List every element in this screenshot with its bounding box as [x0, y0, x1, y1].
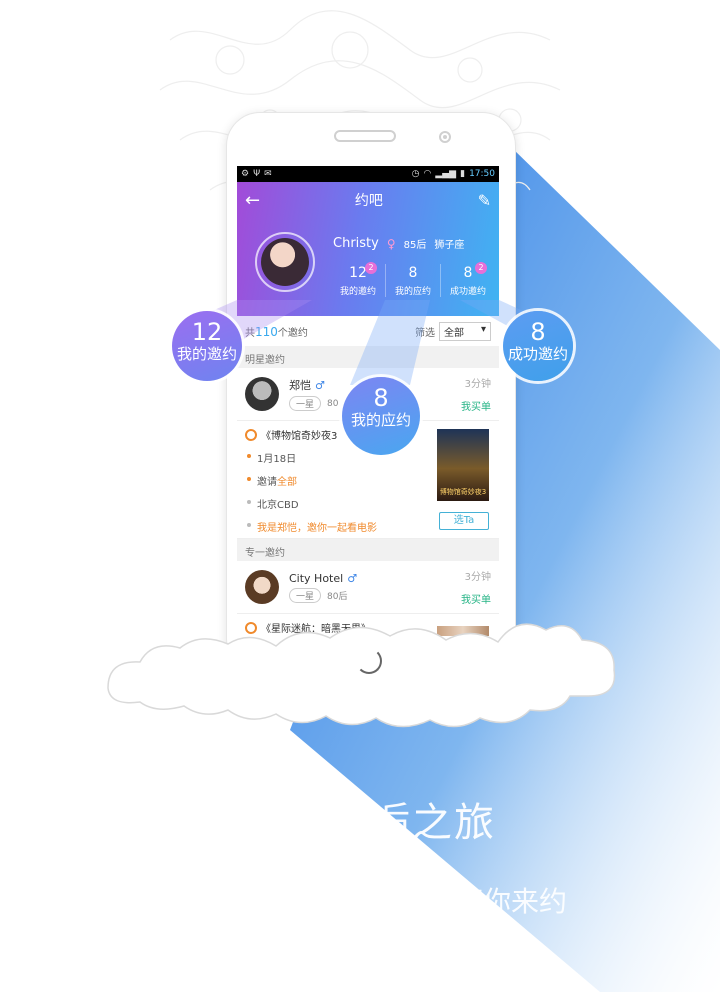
edit-icon[interactable]: ✎ — [478, 191, 491, 210]
bubble-my-responses: 8 我的应约 — [342, 377, 420, 455]
stat-label: 我的应约 — [394, 287, 431, 297]
section-exclusive-invites: 专一邀约 — [237, 539, 499, 561]
select-ta-button[interactable]: 选Ta — [439, 512, 489, 530]
bubble-value: 12 — [191, 318, 223, 346]
list-summary-bar: 共110个邀约 筛选 全部 ▾ — [237, 316, 499, 346]
stat-my-invites[interactable]: 12 2 我的邀约 — [331, 262, 385, 297]
count-prefix: 共 — [245, 327, 255, 339]
pay-label: 我买单 — [461, 595, 491, 606]
mail-icon: ✉ — [264, 169, 272, 179]
count-value: 110 — [255, 324, 278, 339]
profile-stats: 12 2 我的邀约 8 我的应约 8 2 成功邀约 — [331, 262, 495, 297]
bubble-value: 8 — [530, 318, 546, 346]
android-icon: ⚙ — [241, 169, 250, 179]
user-name: City Hotel — [289, 571, 344, 585]
invite-prefix: 邀请 — [257, 477, 277, 488]
slogan-line-2: 等你来约 — [455, 885, 568, 918]
back-arrow-icon[interactable]: ← — [245, 190, 260, 211]
usb-icon: Ψ — [253, 169, 261, 179]
filter-select[interactable]: 全部 ▾ — [439, 321, 491, 341]
invite-card[interactable]: City Hotel ♂ 一星 80后 3分钟 我买单 — [237, 561, 499, 614]
level-badge: 一星 — [289, 396, 322, 411]
stat-label: 成功邀约 — [449, 287, 486, 297]
post-time: 3分钟 — [464, 379, 491, 390]
phone-speaker — [334, 130, 396, 142]
bubble-label: 成功邀约 — [507, 345, 568, 363]
profile-info: Christy ♀ 85后 狮子座 — [333, 236, 464, 251]
wifi-icon: ◠ — [423, 169, 432, 179]
nav-bar: ← 约吧 ✎ — [237, 182, 499, 218]
filter-value: 全部 — [444, 327, 464, 339]
level-badge: 一星 — [289, 587, 322, 603]
user-age: 80后 — [327, 591, 348, 602]
profile-card: Christy ♀ 85后 狮子座 12 2 我的邀约 8 我的应约 8 2 成… — [237, 218, 499, 316]
avatar[interactable] — [255, 232, 315, 292]
loading-spinner-icon — [356, 648, 382, 674]
user-name: 郑恺 — [289, 379, 311, 392]
bubble-value: 8 — [373, 384, 389, 412]
male-icon: ♂ — [347, 571, 358, 585]
battery-icon: ▮ — [460, 169, 466, 179]
phone-camera — [439, 131, 451, 143]
profile-age: 85后 — [403, 240, 427, 251]
stat-badge: 2 — [365, 262, 377, 274]
cloud-decoration — [107, 623, 616, 728]
status-time: 17:50 — [469, 169, 495, 179]
bubble-label: 我的应约 — [350, 411, 411, 429]
page-title: 约吧 — [354, 193, 383, 209]
bubble-success: 8 成功邀约 — [503, 311, 573, 381]
bubble-my-invites: 12 我的邀约 — [172, 311, 242, 381]
invite-count: 共110个邀约 — [245, 324, 308, 339]
film-reel-icon — [245, 428, 257, 441]
count-suffix: 个邀约 — [277, 327, 308, 339]
slogan-line-1: 逅之旅 — [370, 800, 496, 846]
dropdown-arrow-icon: ▾ — [480, 323, 486, 335]
user-age: 80 — [327, 398, 339, 409]
signal-icon: ▂▄▆ — [435, 169, 457, 179]
pay-label: 我买单 — [461, 402, 491, 413]
post-time: 3分钟 — [464, 572, 491, 583]
male-icon: ♂ — [315, 378, 325, 392]
event-title: 《博物馆奇妙夜3 — [261, 431, 338, 442]
profile-header: ← 约吧 ✎ Christy ♀ 85后 狮子座 12 2 我的邀约 8 我的应… — [237, 182, 499, 316]
profile-sign: 狮子座 — [434, 240, 465, 251]
bubble-label: 我的邀约 — [176, 345, 237, 363]
invite-value: 全部 — [277, 477, 297, 488]
avatar[interactable] — [245, 377, 279, 411]
filter-label: 筛选 — [415, 327, 435, 339]
section-star-invites: 明星邀约 — [237, 346, 499, 368]
stat-badge: 2 — [475, 262, 487, 274]
stat-success[interactable]: 8 2 成功邀约 — [440, 262, 495, 297]
status-bar: ⚙ Ψ ✉ ◷ ◠ ▂▄▆ ▮ 17:50 — [237, 166, 499, 182]
stat-value: 8 — [408, 265, 418, 281]
movie-poster[interactable]: 博物馆奇妙夜3 — [437, 429, 489, 501]
poster-title: 博物馆奇妙夜3 — [439, 488, 487, 496]
stat-my-responses[interactable]: 8 我的应约 — [385, 264, 440, 297]
stat-label: 我的邀约 — [339, 287, 376, 297]
profile-name: Christy — [333, 236, 379, 251]
filter: 筛选 全部 ▾ — [415, 321, 491, 341]
alarm-icon: ◷ — [411, 169, 420, 179]
avatar[interactable] — [245, 570, 279, 604]
female-icon: ♀ — [386, 236, 396, 251]
